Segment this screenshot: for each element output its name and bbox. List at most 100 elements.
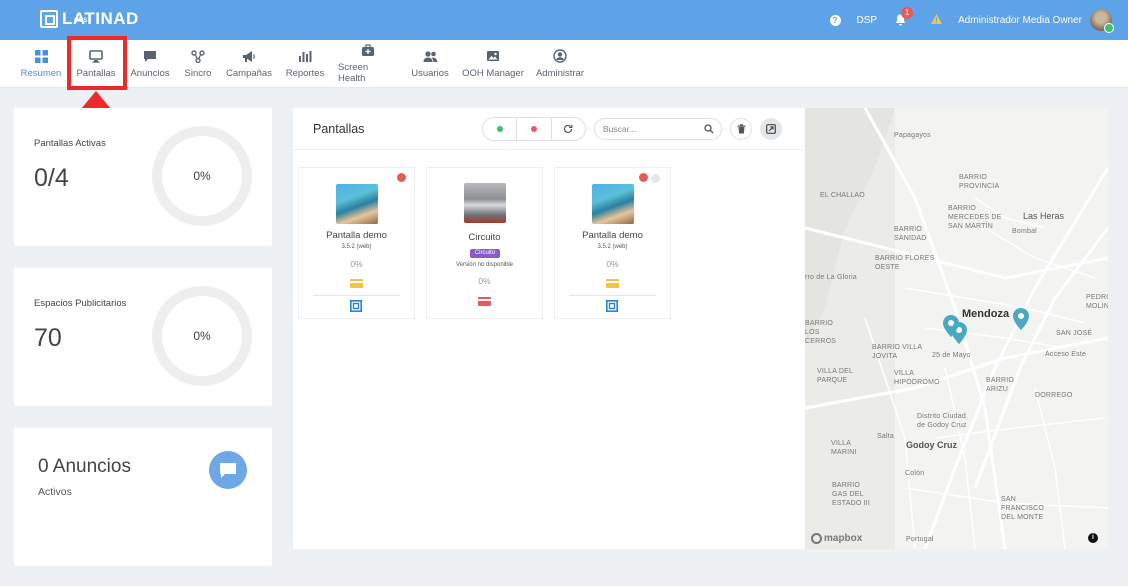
progress-ring: 0% — [152, 126, 252, 226]
refresh-button[interactable] — [552, 118, 585, 140]
highlight-box — [67, 36, 127, 90]
circuit-tag: Circuito — [470, 249, 500, 258]
ads-subtitle: Activos — [38, 486, 72, 498]
map-city: Mendoza — [962, 308, 1010, 320]
payment-card-icon — [606, 279, 619, 288]
map-town: Las Heras — [1023, 211, 1065, 221]
user-circle-icon — [553, 49, 567, 63]
nav-item-usuarios[interactable]: Usuarios — [410, 40, 450, 88]
avatar[interactable] — [1090, 9, 1114, 33]
progress-ring: 0% — [152, 286, 252, 386]
stat-value: 0/4 — [34, 164, 69, 192]
map-label: BARRIO GAS DEL ESTADO III — [832, 482, 871, 507]
status-filter-group — [482, 117, 586, 141]
top-right-actions: ? DSP 1 Administrador Media Owner — [829, 0, 1128, 40]
main-nav: Resumen Pantallas Anuncios Sincro Campañ… — [0, 40, 1128, 88]
status-offline-dot — [397, 173, 406, 182]
logo-sub: CMS — [74, 18, 88, 24]
expand-map-button[interactable] — [760, 118, 782, 140]
trash-icon — [737, 124, 745, 134]
nav-item-ooh-manager[interactable]: OOH Manager — [462, 40, 524, 88]
nav-label: Sincro — [184, 67, 212, 79]
notification-badge: 1 — [901, 7, 914, 19]
nav-label: Reportes — [285, 67, 325, 79]
dsp-link[interactable]: DSP — [857, 15, 878, 26]
search-input[interactable] — [603, 122, 698, 136]
screen-version: Versión no disponible — [455, 262, 514, 268]
offline-dot-icon — [530, 126, 537, 132]
screen-thumbnail — [592, 184, 634, 224]
card-divider — [313, 295, 400, 296]
chat-icon — [144, 50, 156, 62]
medical-kit-icon — [362, 44, 374, 56]
nav-item-screen-health[interactable]: Screen Health — [338, 40, 398, 88]
mapbox-text: mapbox — [824, 533, 863, 544]
nav-label: Anuncios — [130, 67, 170, 79]
map-info-icon[interactable]: i — [1088, 533, 1098, 543]
cms-logo-icon[interactable] — [606, 300, 618, 312]
map-label: Colón — [905, 470, 925, 477]
map-label: SAN JOSÉ — [1056, 330, 1093, 337]
map-label: 25 de Mayo — [932, 352, 971, 359]
image-icon — [487, 50, 499, 61]
ads-card: 0 Anuncios Activos — [14, 428, 272, 566]
filter-offline-button[interactable] — [517, 118, 552, 140]
nav-label: Campañas — [226, 67, 272, 79]
map-label: Papagayos — [894, 132, 931, 139]
filter-online-button[interactable] — [483, 118, 518, 140]
search-icon[interactable] — [704, 124, 714, 134]
online-dot-icon — [496, 126, 503, 132]
nav-item-anuncios[interactable]: Anuncios — [129, 40, 171, 88]
screen-thumbnail — [464, 183, 506, 223]
stat-value: 70 — [34, 324, 62, 352]
map-label: PEDRO MOLINA — [1086, 294, 1108, 310]
screen-version: 3.5.2 (web) — [597, 244, 628, 250]
active-screens-card: Pantallas Activas 0/4 0% — [14, 108, 272, 246]
stat-label: Espacios Publicitarios — [34, 298, 127, 309]
map-label: BARRIO MERCEDES DE SAN MARTÍN — [948, 205, 1002, 230]
users-icon — [423, 50, 437, 62]
bar-chart-icon — [299, 50, 312, 62]
map-label: BARRIO VILLA JOVITA — [872, 344, 923, 360]
mapbox-attribution[interactable]: mapbox — [811, 533, 862, 544]
payment-card-icon — [350, 279, 363, 288]
map-label: Distrito Ciudad de Godoy Cruz — [917, 413, 967, 429]
user-name[interactable]: Administrador Media Owner — [958, 15, 1082, 26]
screen-name: Circuito — [468, 232, 501, 243]
map-label: EL CHALLAO — [820, 192, 865, 199]
notifications-button[interactable]: 1 — [895, 7, 914, 26]
screen-percent: 0% — [478, 276, 491, 286]
logo-mark-icon — [40, 10, 58, 28]
screen-thumbnail — [336, 184, 378, 224]
map-label: VILLA DEL PARQUE — [817, 368, 854, 384]
cms-logo-icon[interactable] — [350, 300, 362, 312]
delete-button[interactable] — [730, 118, 752, 140]
logo[interactable]: LATINAD — [40, 9, 139, 29]
map-label: BARRIO PROVINCIA — [959, 174, 1000, 190]
mapbox-logo-icon — [811, 533, 822, 544]
screen-card[interactable]: Circuito Circuito Versión no disponible … — [427, 168, 542, 318]
nav-item-reportes[interactable]: Reportes — [285, 40, 325, 88]
screen-percent: 0% — [350, 259, 363, 269]
warning-icon[interactable] — [931, 13, 943, 27]
nav-label: Resumen — [20, 67, 62, 79]
expand-icon — [766, 124, 776, 134]
map[interactable]: Papagayos BARRIO PROVINCIA EL CHALLAO BA… — [805, 108, 1108, 549]
screen-card[interactable]: Pantalla demo 3.5.2 (web) 0% — [555, 168, 670, 318]
nav-label: OOH Manager — [462, 67, 524, 79]
nav-label: Usuarios — [411, 67, 449, 79]
ad-spaces-card: Espacios Publicitarios 70 0% — [14, 268, 272, 406]
map-label: rro de La Gloria — [805, 274, 857, 281]
nav-item-campanas[interactable]: Campañas — [226, 40, 272, 88]
panel-title: Pantallas — [313, 122, 365, 136]
nav-item-administrar[interactable]: Administrar — [535, 40, 585, 88]
screen-card[interactable]: Pantalla demo 3.5.2 (web) 0% — [299, 168, 414, 318]
help-icon[interactable]: ? — [829, 14, 841, 26]
map-label: Portugal — [906, 536, 934, 543]
ads-count: 0 Anuncios — [38, 456, 131, 477]
nav-item-sincro[interactable]: Sincro — [183, 40, 213, 88]
ring-percent: 0% — [193, 169, 211, 183]
map-label: DORREGO — [1035, 392, 1073, 399]
map-town: Godoy Cruz — [906, 440, 957, 450]
nav-item-resumen[interactable]: Resumen — [20, 40, 62, 88]
